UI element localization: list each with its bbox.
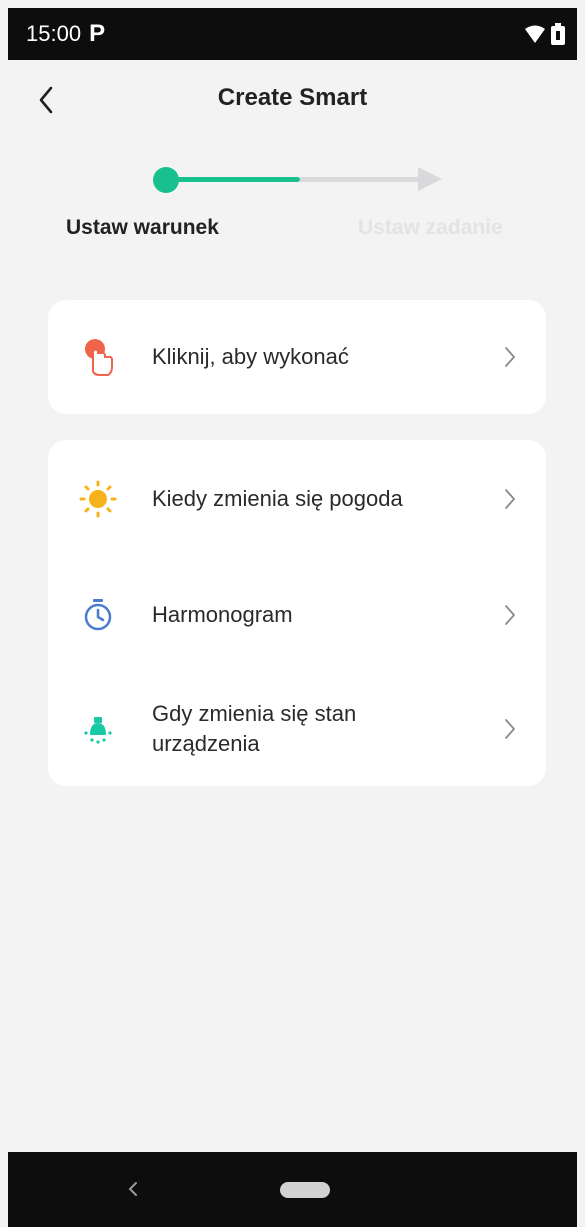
timer-icon (78, 595, 118, 635)
status-time: 15:00 (26, 21, 82, 46)
status-right (525, 23, 565, 45)
stepper: Ustaw warunek Ustaw zadanie (0, 158, 585, 248)
wifi-icon (525, 25, 545, 43)
step-line-inactive (300, 177, 420, 182)
condition-label: Harmonogram (152, 602, 293, 627)
step-line-active (170, 177, 300, 182)
condition-device-state[interactable]: Gdy zmienia się stan urządzenia (48, 672, 546, 786)
card-manual: Kliknij, aby wykonać (48, 300, 546, 414)
status-left: 15:00 P (26, 20, 105, 48)
condition-label: Kiedy zmienia się pogoda (152, 486, 403, 511)
battery-icon (551, 23, 565, 45)
chevron-right-icon (500, 714, 520, 744)
nav-back-button[interactable] (118, 1174, 148, 1204)
step-label-next: Ustaw zadanie (358, 216, 503, 239)
app-notification-icon: P (89, 20, 106, 47)
condition-weather[interactable]: Kiedy zmienia się pogoda (48, 440, 546, 558)
device-bulb-icon (78, 709, 118, 749)
tap-hand-icon (78, 337, 118, 377)
chevron-right-icon (500, 484, 520, 514)
condition-schedule[interactable]: Harmonogram (48, 558, 546, 672)
condition-tap-to-run[interactable]: Kliknij, aby wykonać (48, 300, 546, 414)
step-current-dot (153, 167, 179, 193)
system-nav-bar (8, 1152, 577, 1227)
step-arrow-icon (418, 167, 442, 191)
page-title: Create Smart (217, 84, 368, 111)
chevron-right-icon (500, 600, 520, 630)
condition-label: Kliknij, aby wykonać (152, 344, 349, 369)
condition-label-line1: Gdy zmienia się stan (152, 701, 357, 726)
header: Create Smart (0, 70, 585, 130)
step-label-current: Ustaw warunek (66, 216, 219, 239)
sun-icon (78, 479, 118, 519)
nav-back-icon (128, 1182, 137, 1196)
chevron-right-icon (500, 342, 520, 372)
nav-home-pill[interactable] (280, 1182, 330, 1198)
condition-label-line2: urządzenia (152, 731, 260, 756)
condition-label: Gdy zmienia się stan urządzenia (152, 699, 356, 759)
status-bar: 15:00 P (8, 8, 577, 60)
card-conditions: Kiedy zmienia się pogoda Harmonogram Gdy… (48, 440, 546, 786)
